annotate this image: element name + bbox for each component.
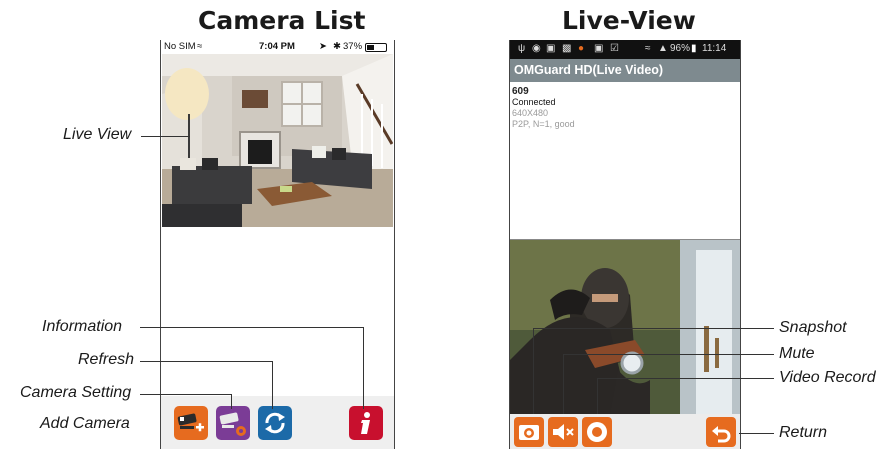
mute-button[interactable]	[548, 417, 578, 447]
p2p-status: P2P, N=1, good	[512, 119, 575, 129]
callout-return: Return	[779, 424, 828, 441]
leader-line-refresh	[140, 361, 273, 362]
leader-line-live-view	[141, 136, 190, 137]
leader-line-refresh-down	[272, 361, 273, 409]
camera-setting-button[interactable]	[216, 406, 250, 440]
camera-info: 609 Connected 640X480 P2P, N=1, good	[512, 86, 575, 130]
live-view-heading: Live-View	[562, 6, 696, 35]
battery-icon-2: ▮	[691, 43, 697, 54]
gallery-icon: ▣	[594, 43, 604, 54]
android-status-bar: ψ ◉ ▣ ▩ ● ▣ ☑ ≈ ▲ 96% ▮ 11:14	[510, 40, 740, 59]
information-button[interactable]	[349, 406, 383, 440]
callout-snapshot: Snapshot	[779, 319, 847, 336]
leader-line-snapshot-down	[533, 328, 534, 414]
callout-refresh: Refresh	[78, 351, 135, 368]
wifi-icon: ≈	[197, 41, 203, 52]
snapshot-button[interactable]	[514, 417, 544, 447]
live-video-feed[interactable]	[510, 240, 740, 414]
return-icon	[712, 426, 731, 443]
signal-icon: ▲	[658, 43, 668, 54]
callout-camera-setting: Camera Setting	[20, 384, 132, 401]
notification-icon: ◉	[532, 43, 541, 54]
battery-icon	[365, 43, 387, 52]
screen-title: OMGuard HD(Live Video)	[514, 63, 664, 77]
battery-percent: 37%	[343, 41, 363, 52]
live-view-toolbar	[510, 414, 740, 449]
carrier-label: No SIM	[164, 41, 196, 52]
connection-status: Connected	[512, 97, 556, 107]
information-icon	[361, 412, 370, 434]
download-icon: ☑	[610, 43, 619, 54]
leader-line-camera-setting	[140, 394, 232, 395]
add-camera-icon	[177, 413, 204, 432]
status-time: 7:04 PM	[259, 41, 295, 52]
callout-live-view: Live View	[63, 126, 132, 143]
mute-icon	[553, 424, 574, 440]
leader-line-mute	[563, 354, 774, 355]
bluetooth-icon: ✱	[333, 41, 341, 52]
camera-setting-icon	[219, 412, 246, 436]
leader-line-video-record	[597, 378, 774, 379]
leader-line-video-record-down	[597, 378, 598, 414]
leader-line-mute-down	[563, 354, 564, 414]
alert-icon: ●	[578, 43, 585, 54]
video-record-icon	[587, 422, 607, 442]
leader-line-information	[140, 327, 364, 328]
resolution-label: 640X480	[512, 108, 549, 118]
leader-line-snapshot	[533, 328, 774, 329]
leader-line-return	[739, 433, 774, 434]
callout-add-camera: Add Camera	[40, 415, 130, 432]
ios-status-bar: No SIM ≈ 7:04 PM ➤ ✱ 37%	[161, 40, 394, 54]
camera-list-screen: No SIM ≈ 7:04 PM ➤ ✱ 37%	[160, 40, 395, 449]
settings-icon: ▩	[562, 43, 572, 54]
video-record-button[interactable]	[582, 417, 612, 447]
callout-information: Information	[42, 318, 123, 335]
location-icon: ➤	[319, 41, 327, 52]
refresh-button[interactable]	[258, 406, 292, 440]
sync-icon: ≈	[645, 43, 651, 54]
camera-name: 609	[512, 86, 529, 97]
leader-line-information-down	[363, 327, 364, 409]
status-time-2: 11:14	[702, 43, 727, 54]
live-view-image[interactable]	[162, 54, 393, 227]
camera-list-heading: Camera List	[198, 6, 366, 35]
live-view-screen: ψ ◉ ▣ ▩ ● ▣ ☑ ≈ ▲ 96% ▮ 11:14 OMGuard HD…	[509, 40, 741, 449]
app-icon: ▣	[546, 43, 556, 54]
battery-percent-2: 96%	[670, 43, 691, 54]
refresh-icon	[265, 412, 285, 434]
add-camera-button[interactable]	[174, 406, 208, 440]
snapshot-icon	[519, 425, 539, 440]
callout-mute: Mute	[779, 345, 815, 362]
camera-list-toolbar	[161, 396, 394, 449]
return-button[interactable]	[706, 417, 736, 447]
leader-line-camera-setting-down	[231, 394, 232, 409]
callout-video-record: Video Record	[779, 369, 876, 386]
title-bar: OMGuard HD(Live Video)	[510, 59, 740, 82]
usb-icon: ψ	[518, 43, 526, 54]
